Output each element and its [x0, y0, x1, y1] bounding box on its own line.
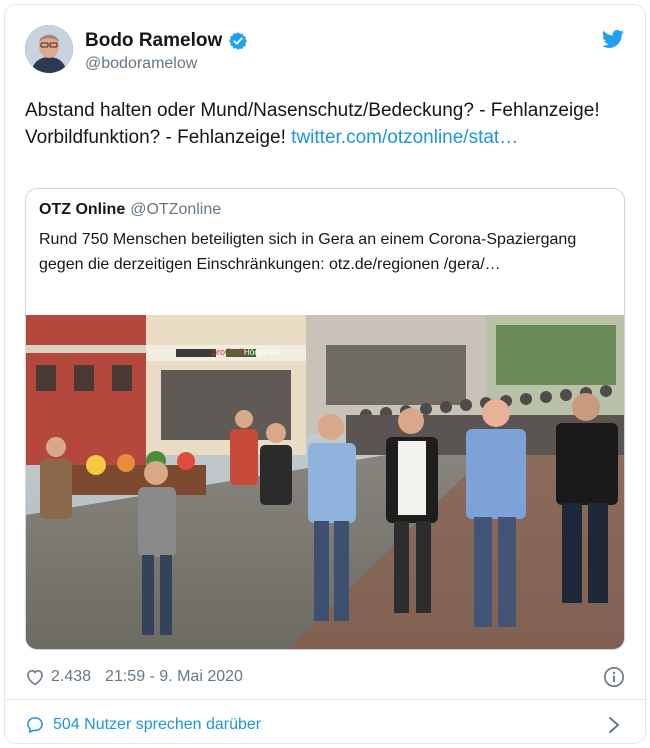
- twitter-bird-icon[interactable]: [601, 27, 625, 51]
- like-action[interactable]: 2.438: [25, 667, 91, 687]
- quoted-tweet-header: OTZ Online @OTZonline: [39, 201, 221, 219]
- tweet-text: Abstand halten oder Mund/Nasenschutz/Bed…: [25, 97, 625, 151]
- author-handle[interactable]: @bodoramelow: [85, 55, 197, 73]
- tweet-meta: 2.438 21:59 - 9. Mai 2020: [25, 665, 625, 689]
- footer-divider: [5, 699, 645, 700]
- store-sign-hoergeraete: Hörgeräte: [244, 348, 280, 357]
- tweet-text-line2: Vorbildfunktion? - Fehlanzeige!: [25, 127, 286, 148]
- author-display-name[interactable]: Bodo Ramelow: [85, 30, 222, 52]
- like-count: 2.438: [51, 668, 92, 685]
- info-icon[interactable]: [603, 666, 625, 688]
- quoted-tweet[interactable]: OTZ Online @OTZonline Rund 750 Menschen …: [25, 188, 625, 650]
- author-avatar[interactable]: [25, 25, 73, 73]
- conversation-footer[interactable]: 504 Nutzer sprechen darüber: [25, 713, 625, 737]
- heart-icon: [27, 669, 43, 686]
- quoted-tweet-text: Rund 750 Menschen beteiligten sich in Ge…: [39, 231, 577, 273]
- quoted-handle[interactable]: @OTZonline: [130, 201, 221, 219]
- chevron-right-icon[interactable]: [607, 715, 621, 735]
- embedded-tweet-card: Bodo Ramelow @bodoramelow Abstand halten…: [4, 4, 646, 744]
- tweet-link[interactable]: twitter.com/otzonline/stat…: [291, 127, 518, 148]
- verified-badge-icon: [229, 32, 248, 50]
- quoted-display-name[interactable]: OTZ Online: [39, 201, 125, 219]
- street-march-photo[interactable]: proOptik Hörgeräte: [26, 315, 625, 650]
- conversation-count[interactable]: 504 Nutzer sprechen darüber: [53, 716, 261, 734]
- tweet-header: Bodo Ramelow @bodoramelow: [25, 25, 625, 81]
- store-sign-proptik: proOptik: [212, 347, 247, 357]
- speech-bubble-icon: [27, 717, 43, 733]
- author-name-row[interactable]: Bodo Ramelow: [85, 29, 248, 53]
- tweet-text-line1: Abstand halten oder Mund/Nasenschutz/Bed…: [25, 100, 600, 121]
- tweet-timestamp[interactable]: 21:59 - 9. Mai 2020: [105, 668, 243, 686]
